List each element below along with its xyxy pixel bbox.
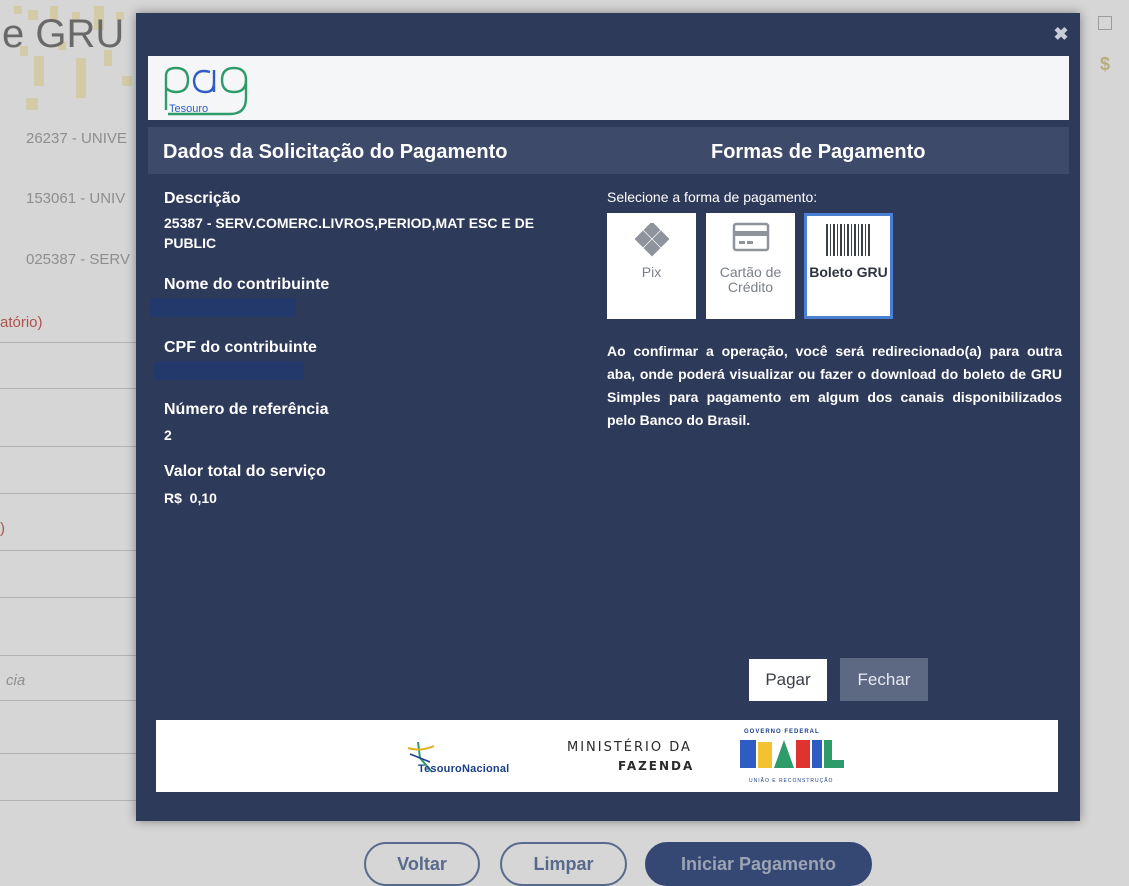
reference-number-label: Número de referência	[164, 401, 329, 418]
brand-header: Tesouro	[148, 56, 1069, 120]
taxpayer-cpf-redacted	[154, 361, 304, 380]
fazenda-text: FAZENDA	[618, 759, 695, 773]
tesouro-logo-text: Tesouro	[169, 103, 208, 115]
pix-icon	[634, 223, 669, 257]
payment-option-label: Pix	[641, 264, 662, 280]
payment-option-label: Boleto GRU	[809, 264, 888, 280]
credit-card-icon	[732, 222, 769, 252]
pag-tesouro-logo: Tesouro	[164, 66, 248, 116]
payment-option-pix[interactable]: Pix	[607, 213, 696, 319]
payment-option-boleto[interactable]: Boleto GRU	[804, 213, 893, 319]
total-value: R$ 0,10	[164, 490, 217, 506]
uniao-reconstrucao-text: UNIÃO E RECONSTRUÇÃO	[749, 778, 834, 784]
footer-logos: TesouroNacional MINISTÉRIO DA FAZENDA GO…	[156, 720, 1058, 792]
total-value-label: Valor total do serviço	[164, 463, 326, 480]
governo-federal-text: GOVERNO FEDERAL	[744, 729, 820, 735]
redirect-info-text: Ao confirmar a operação, você será redir…	[607, 343, 1062, 428]
taxpayer-cpf-label: CPF do contribuinte	[164, 339, 317, 356]
tesouro-nacional-text: TesouroNacional	[418, 763, 510, 775]
taxpayer-name-redacted	[150, 298, 296, 317]
pay-button[interactable]: Pagar	[749, 659, 827, 701]
section-header: Dados da Solicitação do Pagamento Formas…	[148, 127, 1069, 174]
payment-methods-heading: Formas de Pagamento	[711, 141, 926, 163]
close-button[interactable]: Fechar	[840, 658, 928, 701]
barcode-icon	[825, 224, 870, 256]
description-label: Descrição	[164, 190, 241, 207]
taxpayer-name-label: Nome do contribuinte	[164, 276, 330, 293]
description-value: 25387 - SERV.COMERC.LIVROS,PERIOD,MAT ES…	[164, 215, 535, 251]
request-data-heading: Dados da Solicitação do Pagamento	[163, 141, 508, 163]
payment-option-credit-card[interactable]: Cartão de Crédito	[706, 213, 795, 319]
payment-modal: ✖ Tesouro Dados da Solicitação do Pagame…	[136, 13, 1080, 821]
brasil-logo: BRASIL	[740, 740, 844, 768]
brasil-wordmark: BRASIL	[769, 747, 817, 762]
ministerio-text: MINISTÉRIO DA	[567, 740, 692, 755]
reference-number-value: 2	[164, 427, 172, 443]
payment-option-label: Cartão de Crédito	[719, 264, 782, 295]
close-icon[interactable]: ✖	[1052, 25, 1070, 43]
select-payment-label: Selecione a forma de pagamento:	[607, 189, 818, 205]
